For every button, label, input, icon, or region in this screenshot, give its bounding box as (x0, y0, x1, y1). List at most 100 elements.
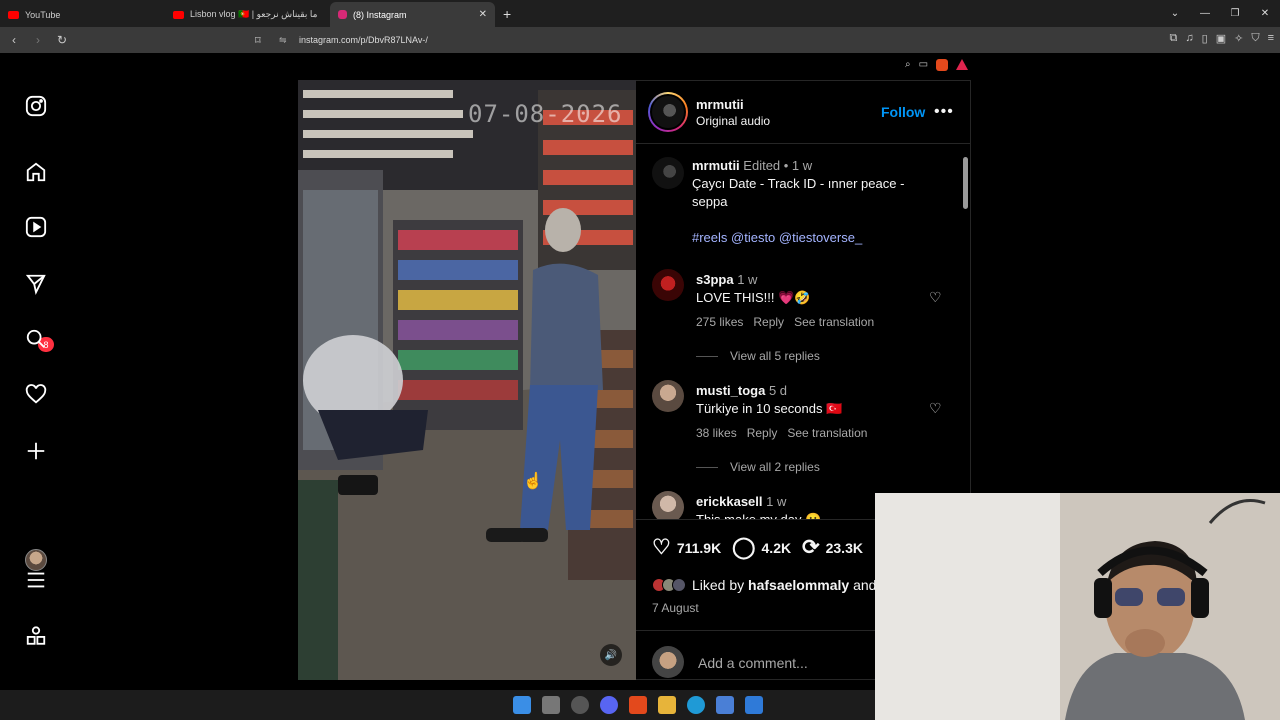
like-comment-icon[interactable]: ♡ (929, 400, 942, 417)
author-avatar[interactable] (648, 92, 688, 132)
comments-count: 4.2K (761, 539, 792, 556)
author-username[interactable]: mrmutii (696, 97, 744, 112)
like-stat[interactable]: ♡ 711.9K (652, 535, 721, 560)
reel-video[interactable]: 07-08-2026 🔊 (298, 80, 636, 680)
comments-list[interactable]: mrmutii Edited • 1 w Çaycı Date - Track … (636, 145, 971, 519)
like-comment-icon[interactable]: ♡ (929, 289, 942, 306)
zoom-icon[interactable]: ⌕ (905, 59, 911, 71)
comment-avatar[interactable] (652, 380, 684, 412)
bookmark-icon[interactable]: ⌑ (255, 34, 279, 47)
view-replies-label: View all 5 replies (730, 349, 820, 363)
os-taskbar (0, 690, 875, 720)
edge-browser-icon[interactable] (687, 696, 705, 714)
comment-time: 1 w (737, 272, 758, 287)
reels-icon[interactable] (23, 214, 49, 240)
back-icon[interactable]: ‹ (4, 33, 24, 47)
reload-icon[interactable]: ↻ (52, 33, 72, 47)
webcam-overlay (875, 493, 1280, 720)
close-tab-icon[interactable]: ✕ (479, 9, 487, 20)
comment-actions: 275 likes Reply See translation (696, 315, 874, 329)
follow-button[interactable]: Follow (881, 104, 925, 120)
new-tab-button[interactable]: + (503, 6, 511, 22)
post-date: 7 August (652, 601, 699, 615)
start-menu-icon[interactable] (513, 696, 531, 714)
cast-icon[interactable]: ▭ (919, 59, 928, 71)
sidebar-toggle-icon[interactable]: ▯ (1202, 32, 1208, 45)
comment-stat[interactable]: ◯ 4.2K (732, 535, 791, 560)
comment-username[interactable]: erickkasell (696, 494, 763, 509)
comment-username[interactable]: musti_toga (696, 383, 765, 398)
caption-username[interactable]: mrmutii (692, 158, 740, 173)
search-icon[interactable] (23, 326, 49, 352)
reply-button[interactable]: Reply (747, 426, 778, 440)
minimize-icon[interactable]: — (1190, 8, 1220, 19)
forward-icon[interactable]: › (28, 33, 48, 47)
tab-lisbon-vlog[interactable]: Lisbon vlog 🇵🇹 | ما بقيناش نرجعو 🤣 (165, 2, 330, 27)
wallet-icon[interactable]: ▣ (1216, 32, 1226, 45)
scrollbar-thumb[interactable] (963, 157, 968, 209)
close-window-icon[interactable]: ✕ (1250, 8, 1280, 19)
add-comment-input[interactable]: Add a comment... (698, 655, 808, 671)
more-apps-icon[interactable] (23, 623, 49, 649)
home-icon[interactable] (23, 159, 49, 185)
liked-by-line: Liked by hafsaelommaly and (652, 577, 876, 593)
browser-tab-bar: YouTube Lisbon vlog 🇵🇹 | ما بقيناش نرجعو… (0, 0, 1280, 27)
leo-icon[interactable]: ✧ (1234, 32, 1243, 45)
reply-button[interactable]: Reply (753, 315, 784, 329)
instagram-favicon-icon (338, 10, 347, 19)
liked-by-prefix: Liked by (692, 577, 745, 593)
url-text: instagram.com/p/DbvR87LNAv-/ (299, 35, 428, 45)
restore-icon[interactable]: ❐ (1220, 8, 1250, 19)
brave-shields-icon[interactable] (936, 59, 949, 71)
repost-icon[interactable]: ⟳ (802, 535, 820, 560)
notifications-icon[interactable] (23, 382, 49, 408)
comment-likes[interactable]: 38 likes (696, 426, 737, 440)
caption-meta: Edited • 1 w (743, 158, 813, 173)
caption-tags[interactable]: #reels @tiesto @tiestoverse_ (692, 230, 862, 245)
comment-header: musti_toga 5 d (696, 383, 787, 398)
main-menu-icon[interactable]: ≡ (1268, 32, 1274, 45)
messages-icon[interactable] (23, 271, 49, 297)
see-translation-button[interactable]: See translation (794, 315, 874, 329)
tab-youtube[interactable]: YouTube (0, 2, 165, 27)
settings-icon[interactable] (571, 696, 589, 714)
see-translation-button[interactable]: See translation (787, 426, 867, 440)
create-icon[interactable] (23, 438, 49, 464)
store-icon[interactable] (716, 696, 734, 714)
media-icon[interactable]: ♫ (1185, 32, 1193, 45)
divider (696, 466, 718, 468)
url-field[interactable]: ⌑ ⇋ instagram.com/p/DbvR87LNAv-/ (255, 30, 1000, 50)
comment-likes[interactable]: 275 likes (696, 315, 743, 329)
menu-icon[interactable] (23, 567, 49, 593)
comment-avatar[interactable] (652, 269, 684, 301)
brave-rewards-icon[interactable] (956, 59, 969, 70)
comment-avatar[interactable] (652, 491, 684, 519)
post-header: mrmutii Original audio Follow ••• (636, 81, 971, 144)
view-replies-button[interactable]: View all 2 replies (696, 460, 820, 474)
tab-search-icon[interactable]: ⌄ (1160, 8, 1190, 19)
tab-label: Lisbon vlog 🇵🇹 | ما بقيناش نرجعو 🤣 (190, 9, 320, 19)
vpn-icon[interactable]: ⛉ (1251, 32, 1259, 45)
repost-stat[interactable]: ⟳ 23.3K (802, 535, 863, 560)
caption-avatar[interactable] (652, 157, 684, 189)
task-view-icon[interactable] (542, 696, 560, 714)
extensions-icon[interactable]: ⧉ (1170, 32, 1178, 45)
more-options-icon[interactable]: ••• (934, 103, 954, 121)
heart-icon[interactable]: ♡ (652, 535, 671, 560)
mail-icon[interactable] (745, 696, 763, 714)
comment-icon[interactable]: ◯ (732, 535, 756, 560)
discord-icon[interactable] (600, 696, 618, 714)
view-replies-button[interactable]: View all 5 replies (696, 349, 820, 363)
webcam-feed-image (875, 493, 1280, 720)
file-explorer-icon[interactable] (658, 696, 676, 714)
mute-toggle-icon[interactable]: 🔊 (600, 644, 622, 666)
comment-username[interactable]: s3ppa (696, 272, 734, 287)
site-info-icon[interactable]: ⇋ (279, 35, 299, 46)
instagram-logo-icon[interactable] (23, 93, 49, 119)
comments-scrollbar[interactable] (961, 145, 969, 519)
mouse-cursor-icon: ☝ (523, 473, 543, 490)
tab-instagram[interactable]: (8) Instagram ✕ (330, 2, 495, 27)
liked-by-user[interactable]: hafsaelommaly (748, 577, 849, 593)
audio-label[interactable]: Original audio (696, 114, 770, 128)
brave-browser-icon[interactable] (629, 696, 647, 714)
